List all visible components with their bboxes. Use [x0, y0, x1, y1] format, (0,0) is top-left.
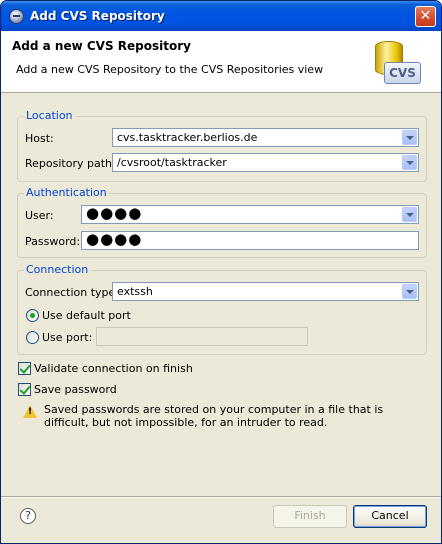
banner-description: Add a new CVS Repository to the CVS Repo… [16, 63, 324, 76]
host-label: Host: [25, 132, 54, 145]
password-field[interactable]: ●●●● [81, 231, 419, 250]
user-value: ●●●● [86, 205, 143, 222]
user-label: User: [25, 209, 54, 222]
connection-legend: Connection [24, 263, 91, 276]
button-bar-separator [1, 496, 441, 498]
repository-path-value: /cvsroot/tasktracker [117, 156, 227, 169]
use-port-label[interactable]: Use port: [42, 331, 92, 344]
connection-type-combo[interactable]: extssh [112, 282, 419, 301]
cvs-repository-icon: CVS [375, 38, 421, 88]
banner-title: Add a new CVS Repository [12, 39, 191, 53]
connection-type-label: Connection type: [25, 286, 120, 299]
window-title: Add CVS Repository [30, 9, 165, 23]
validate-connection-label[interactable]: Validate connection on finish [34, 362, 193, 375]
password-value: ●●●● [86, 231, 143, 248]
save-password-label[interactable]: Save password [34, 383, 117, 396]
save-password-warning: Saved passwords are stored on your compu… [44, 403, 384, 429]
connection-type-dropdown-arrow-icon[interactable] [402, 284, 417, 299]
repository-path-dropdown-arrow-icon[interactable] [402, 155, 417, 170]
port-field[interactable] [96, 327, 308, 346]
save-password-checkbox[interactable] [18, 383, 31, 396]
host-combo[interactable]: cvs.tasktracker.berlios.de [112, 128, 419, 147]
use-default-port-label[interactable]: Use default port [42, 309, 131, 322]
user-combo[interactable]: ●●●● [81, 205, 419, 224]
repository-path-label: Repository path: [25, 157, 116, 170]
eclipse-icon [9, 9, 24, 24]
title-bar[interactable]: Add CVS Repository ✕ [1, 1, 441, 31]
repository-path-combo[interactable]: /cvsroot/tasktracker [112, 153, 419, 172]
close-button[interactable]: ✕ [415, 6, 436, 27]
user-dropdown-arrow-icon[interactable] [402, 207, 417, 222]
cancel-button[interactable]: Cancel [353, 505, 427, 528]
authentication-legend: Authentication [24, 186, 109, 199]
password-label: Password: [25, 235, 81, 248]
host-dropdown-arrow-icon[interactable] [402, 130, 417, 145]
cvs-label-icon: CVS [384, 62, 421, 84]
use-default-port-radio[interactable] [26, 309, 39, 322]
location-group: Location [17, 109, 427, 182]
help-icon[interactable]: ? [20, 508, 36, 524]
finish-button[interactable]: Finish [273, 505, 347, 528]
warning-icon [23, 405, 37, 418]
location-legend: Location [24, 109, 75, 122]
use-port-radio[interactable] [26, 331, 39, 344]
host-value: cvs.tasktracker.berlios.de [117, 131, 258, 144]
validate-connection-checkbox[interactable] [18, 362, 31, 375]
add-cvs-repository-dialog: Add CVS Repository ✕ Add a new CVS Repos… [0, 0, 442, 544]
wizard-banner: Add a new CVS Repository Add a new CVS R… [1, 31, 441, 93]
connection-type-value: extssh [117, 285, 153, 298]
